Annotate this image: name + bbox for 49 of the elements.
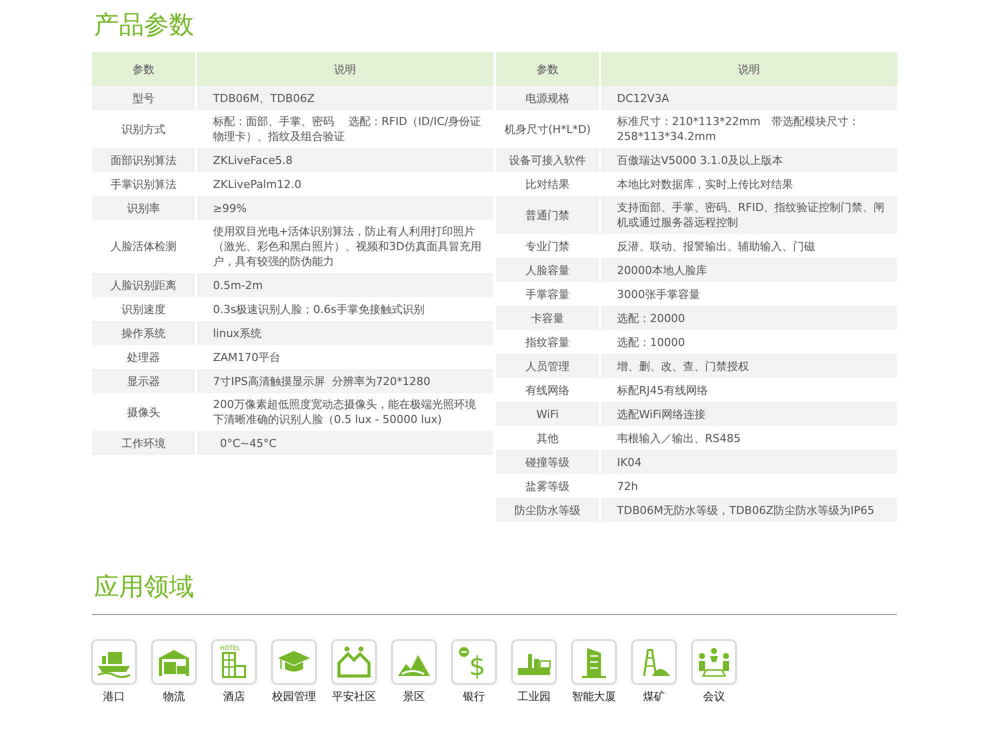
table-cell: 型号 <box>92 86 195 110</box>
table-cell: 防尘防水等级 <box>496 498 599 522</box>
application-label: 校园管理 <box>272 689 316 704</box>
table-cell: 20000本地人脸库 <box>601 258 897 282</box>
table-cell: 人脸容量 <box>496 258 599 282</box>
table-cell: 支持面部、手掌、密码、RFID、指纹验证控制门禁、闸机或通过服务器远程控制 <box>601 196 897 234</box>
table-cell: WiFi <box>496 402 599 426</box>
table-cell: ≥99% <box>197 196 493 220</box>
application-label: 港口 <box>103 689 125 704</box>
table-cell: 电源规格 <box>496 86 599 110</box>
table-cell: 选配WiFi网络连接 <box>601 402 897 426</box>
table-cell: 操作系统 <box>92 321 195 345</box>
column-header: 说明 <box>601 52 897 86</box>
column-header: 参数 <box>496 52 599 86</box>
application-label: 景区 <box>403 689 425 704</box>
table-cell: 7寸IPS高清触摸显示屏 分辨率为720*1280 <box>197 369 493 393</box>
table-cell: linux系统 <box>197 321 493 345</box>
table-cell: 0.5m-2m <box>197 273 493 297</box>
application-label: 酒店 <box>223 689 245 704</box>
column-header: 参数 <box>92 52 195 86</box>
table-cell: 工作环境 <box>92 431 195 455</box>
table-cell: 0°C~45°C <box>197 431 493 455</box>
table-cell: 普通门禁 <box>496 196 599 234</box>
table-cell: 识别率 <box>92 196 195 220</box>
application-label: 平安社区 <box>332 689 376 704</box>
application-label: 智能大厦 <box>572 689 616 704</box>
table-cell: 卡容量 <box>496 306 599 330</box>
section-title: 应用领域 <box>94 571 195 603</box>
column-header: 说明 <box>197 52 493 86</box>
table-cell: 选配：20000 <box>601 306 897 330</box>
table-cell: TDB06M无防水等级，TDB06Z防尘防水等级为IP65 <box>601 498 897 522</box>
application-label: 会议 <box>703 689 725 704</box>
table-cell: 设备可接入软件 <box>496 148 599 172</box>
table-cell: 碰撞等级 <box>496 450 599 474</box>
application-label: 物流 <box>163 689 185 704</box>
table-cell: TDB06M、TDB06Z <box>197 86 493 110</box>
table-cell: ZKLiveFace5.8 <box>197 148 493 172</box>
table-cell: 人脸识别距离 <box>92 273 195 297</box>
application-label: 工业园 <box>518 689 550 704</box>
application-label: 银行 <box>463 689 485 704</box>
table-cell: 面部识别算法 <box>92 148 195 172</box>
section-title: 产品参数 <box>94 9 195 41</box>
table-cell: IK04 <box>601 450 897 474</box>
table-cell: 增、删、改、查、门禁授权 <box>601 354 897 378</box>
table-cell: 百傲瑞达V5000 3.1.0及以上版本 <box>601 148 897 172</box>
table-cell: DC12V3A <box>601 86 897 110</box>
application-label: 煤矿 <box>643 689 665 704</box>
table-cell: 显示器 <box>92 369 195 393</box>
table-cell: 人员管理 <box>496 354 599 378</box>
